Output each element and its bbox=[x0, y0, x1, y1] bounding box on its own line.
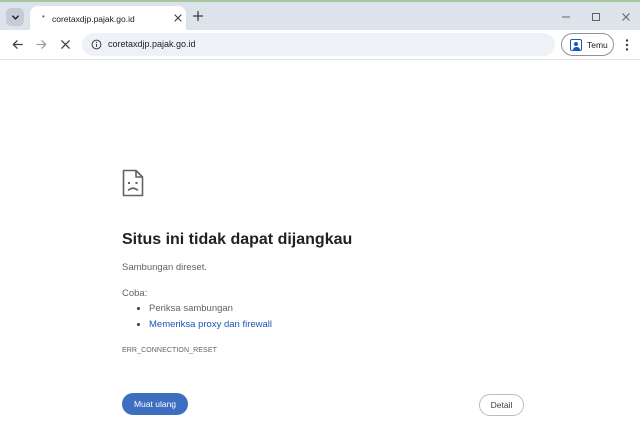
reload-button[interactable]: Muat ulang bbox=[122, 393, 188, 415]
close-window-icon[interactable] bbox=[620, 11, 632, 23]
tab-search-button[interactable] bbox=[6, 8, 24, 26]
address-bar[interactable]: coretaxdjp.pajak.go.id bbox=[82, 33, 555, 56]
suggestion-check-connection: Periksa sambungan bbox=[137, 303, 272, 319]
error-description: Sambungan direset. bbox=[122, 262, 208, 273]
active-tab[interactable]: • coretaxdjp.pajak.go.id bbox=[30, 6, 186, 32]
try-label: Coba: bbox=[122, 288, 148, 299]
minimize-icon[interactable] bbox=[560, 11, 572, 23]
suggestion-check-proxy-link[interactable]: Memeriksa proxy dan firewall bbox=[137, 319, 272, 335]
profile-label: Temu bbox=[587, 40, 608, 50]
maximize-icon[interactable] bbox=[590, 11, 602, 23]
profile-button[interactable]: Temu bbox=[561, 33, 614, 56]
tab-strip: • coretaxdjp.pajak.go.id bbox=[0, 0, 640, 32]
sad-page-icon bbox=[122, 169, 144, 197]
forward-arrow-icon[interactable] bbox=[35, 38, 48, 51]
url-text[interactable]: coretaxdjp.pajak.go.id bbox=[108, 39, 196, 49]
details-button[interactable]: Detail bbox=[479, 394, 524, 416]
tab-title: coretaxdjp.pajak.go.id bbox=[52, 14, 135, 24]
site-info-icon[interactable] bbox=[91, 39, 102, 50]
chevron-down-icon bbox=[11, 14, 19, 20]
close-tab-icon[interactable] bbox=[173, 13, 183, 23]
back-arrow-icon[interactable] bbox=[11, 38, 24, 51]
more-menu-icon[interactable] bbox=[624, 38, 630, 52]
error-code: ERR_CONNECTION_RESET bbox=[122, 347, 217, 354]
suggestion-list: Periksa sambungan Memeriksa proxy dan fi… bbox=[137, 303, 272, 335]
profile-icon bbox=[570, 39, 582, 51]
error-title: Situs ini tidak dapat dijangkau bbox=[122, 231, 353, 248]
browser-toolbar: coretaxdjp.pajak.go.id Temu bbox=[0, 30, 640, 60]
error-page: Situs ini tidak dapat dijangkau Sambunga… bbox=[0, 61, 640, 427]
new-tab-icon[interactable] bbox=[192, 10, 204, 22]
loading-dot-icon: • bbox=[42, 12, 45, 21]
stop-loading-icon[interactable] bbox=[59, 38, 72, 51]
